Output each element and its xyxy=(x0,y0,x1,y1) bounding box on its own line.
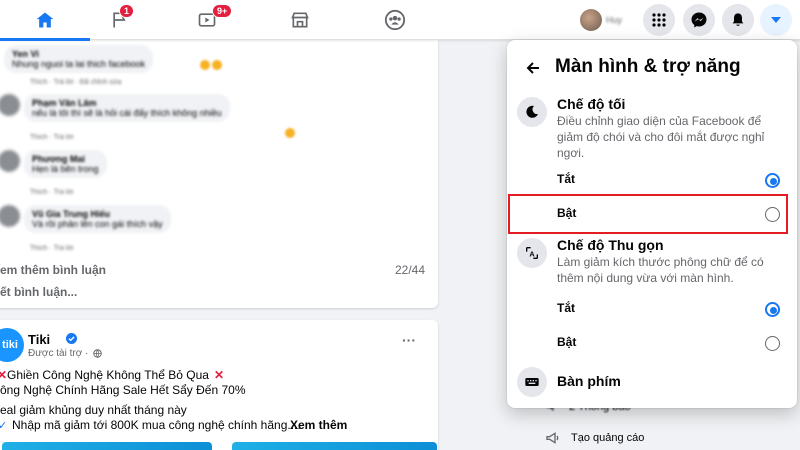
nav-tab-watch[interactable]: 9+ xyxy=(162,0,252,40)
nav-tab-marketplace[interactable] xyxy=(255,0,345,40)
keyboard-icon xyxy=(517,367,547,397)
write-comment-link[interactable]: ết bình luận... xyxy=(0,285,77,299)
option-label: Bật xyxy=(557,335,577,349)
keyboard-label: Bàn phím xyxy=(557,373,621,389)
comment-bubble: Yen Vi Nhung nguoi ta lai thich facebook xyxy=(4,45,154,73)
comment-actions[interactable]: Thích · Trả lời xyxy=(30,245,74,252)
cross-mark-icon: ✕ xyxy=(214,368,225,382)
caret-down-icon xyxy=(771,17,781,23)
view-more-comments-link[interactable]: em thêm bình luận xyxy=(0,263,106,277)
comment: Vũ Gia Trung Hiếu Và rồi phản lên con gá… xyxy=(0,205,171,233)
nav-tab-pages[interactable]: 1 xyxy=(75,0,165,40)
comment: Phạm Văn Lâm nếu là tôi thì sẽ là hỏi cá… xyxy=(0,94,230,122)
dark-mode-description: Điều chỉnh giao diện của Facebook để giả… xyxy=(557,114,765,160)
avatar xyxy=(580,9,602,31)
create-ad-shortcut[interactable]: Tạo quảng cáo xyxy=(545,430,644,446)
avatar xyxy=(0,150,20,172)
grid-menu-icon xyxy=(652,13,666,27)
compact-mode-title: Chế độ Thu gọn xyxy=(557,237,664,253)
comment-author: Yen Vi xyxy=(12,49,39,59)
home-icon xyxy=(36,12,54,28)
comment-bubble: Phương Mai Hẹn là bên trong xyxy=(24,150,107,178)
comment-author: Phạm Văn Lâm xyxy=(32,98,97,108)
option-label: Tắt xyxy=(557,301,575,315)
compact-mode-on-option[interactable]: Bật xyxy=(512,324,792,362)
post-text-line: Ghiền Công Nghệ Không Thể Bỏ Qua xyxy=(7,368,209,382)
cross-mark-icon: ✕ xyxy=(0,368,8,382)
sponsored-post-card: tiki Tiki Được tài trợ · ··· ✕ Ghiền Côn… xyxy=(0,320,438,450)
emoji-icon xyxy=(200,60,210,70)
nav-tab-groups[interactable] xyxy=(350,0,440,40)
comment-actions[interactable]: Thích · Trả lời xyxy=(30,189,74,196)
menu-button[interactable] xyxy=(643,4,675,36)
back-button[interactable] xyxy=(521,56,545,80)
page-name[interactable]: Tiki xyxy=(28,332,50,347)
compact-mode-off-radio[interactable] xyxy=(765,302,780,317)
avatar xyxy=(0,205,20,227)
comment-actions[interactable]: Thích · Trả lời xyxy=(30,134,74,141)
profile-button[interactable]: Huy xyxy=(578,6,636,34)
store-icon xyxy=(291,12,309,28)
compact-mode-icon: A xyxy=(517,238,547,268)
notification-badge: 9+ xyxy=(212,4,233,18)
highlight-box xyxy=(508,194,788,234)
post-text-line: Nhập mã giảm tới 800K mua công nghệ chín… xyxy=(12,418,301,432)
notifications-button[interactable] xyxy=(722,4,754,36)
notification-badge: 1 xyxy=(119,4,135,18)
verified-badge-icon xyxy=(66,333,77,344)
comment: Phương Mai Hẹn là bên trong xyxy=(0,150,107,178)
shortcut-label: Tạo quảng cáo xyxy=(571,432,645,444)
comment-actions[interactable]: Thích · Trả lời · Đã chỉnh sửa xyxy=(30,79,121,86)
panel-title: Màn hình & trợ năng xyxy=(555,56,741,77)
globe-icon xyxy=(93,349,102,358)
post-text-line: eal giảm khủng duy nhất tháng này xyxy=(0,403,187,417)
post-text-line: ông Nghệ Chính Hãng Sale Hết Sẩy Đến 70% xyxy=(0,383,246,397)
bell-icon xyxy=(732,13,744,26)
comment-author: Phương Mai xyxy=(32,154,85,164)
ad-image[interactable] xyxy=(232,442,437,450)
see-more-link[interactable]: Xem thêm xyxy=(290,418,347,432)
comment-text: Và rồi phản lên con gái thích vậy xyxy=(32,219,163,229)
comment-text: Hẹn là bên trong xyxy=(32,164,99,174)
comment-count: 22/44 xyxy=(395,263,426,277)
compact-mode-description: Làm giảm kích thước phông chữ để có thêm… xyxy=(557,255,764,285)
account-menu-button[interactable] xyxy=(760,4,792,36)
comment-bubble: Vũ Gia Trung Hiếu Và rồi phản lên con gá… xyxy=(24,205,171,233)
comment-bubble: Phạm Văn Lâm nếu là tôi thì sẽ là hỏi cá… xyxy=(24,94,230,122)
post-comments-card: Yen Vi Nhung nguoi ta lai thich facebook… xyxy=(0,40,438,308)
avatar xyxy=(0,94,20,116)
messenger-button[interactable] xyxy=(683,4,715,36)
comment-text: nếu là tôi thì sẽ là hỏi cái đấy thích k… xyxy=(32,108,222,118)
messenger-icon xyxy=(691,12,707,28)
emoji-icon xyxy=(285,128,295,138)
groups-icon xyxy=(384,9,406,31)
svg-text:A: A xyxy=(529,249,535,258)
compact-mode-off-option[interactable]: Tắt xyxy=(512,290,792,328)
dark-mode-title: Chế độ tối xyxy=(557,96,626,112)
page-logo[interactable]: tiki xyxy=(0,328,24,362)
keyboard-option[interactable]: Bàn phím xyxy=(512,362,792,402)
checkmark-icon: ✓ xyxy=(0,420,8,432)
profile-name: Huy xyxy=(606,15,623,25)
arrow-left-icon xyxy=(526,62,539,74)
comment: Yen Vi Nhung nguoi ta lai thich facebook xyxy=(0,45,154,73)
dark-mode-off-radio[interactable] xyxy=(765,173,780,188)
megaphone-icon xyxy=(546,432,559,444)
comment-author: Vũ Gia Trung Hiếu xyxy=(32,209,111,219)
moon-icon xyxy=(517,97,547,127)
compact-mode-on-radio[interactable] xyxy=(765,336,780,351)
ad-image[interactable] xyxy=(2,442,212,450)
top-nav-bar: 1 9+ Huy xyxy=(0,0,800,41)
option-label: Tắt xyxy=(557,172,575,186)
emoji-icon xyxy=(212,60,222,70)
more-options-button[interactable]: ··· xyxy=(402,332,416,348)
comment-text: Nhung nguoi ta lai thich facebook xyxy=(12,59,146,69)
sponsored-label[interactable]: Được tài trợ · xyxy=(28,348,88,359)
